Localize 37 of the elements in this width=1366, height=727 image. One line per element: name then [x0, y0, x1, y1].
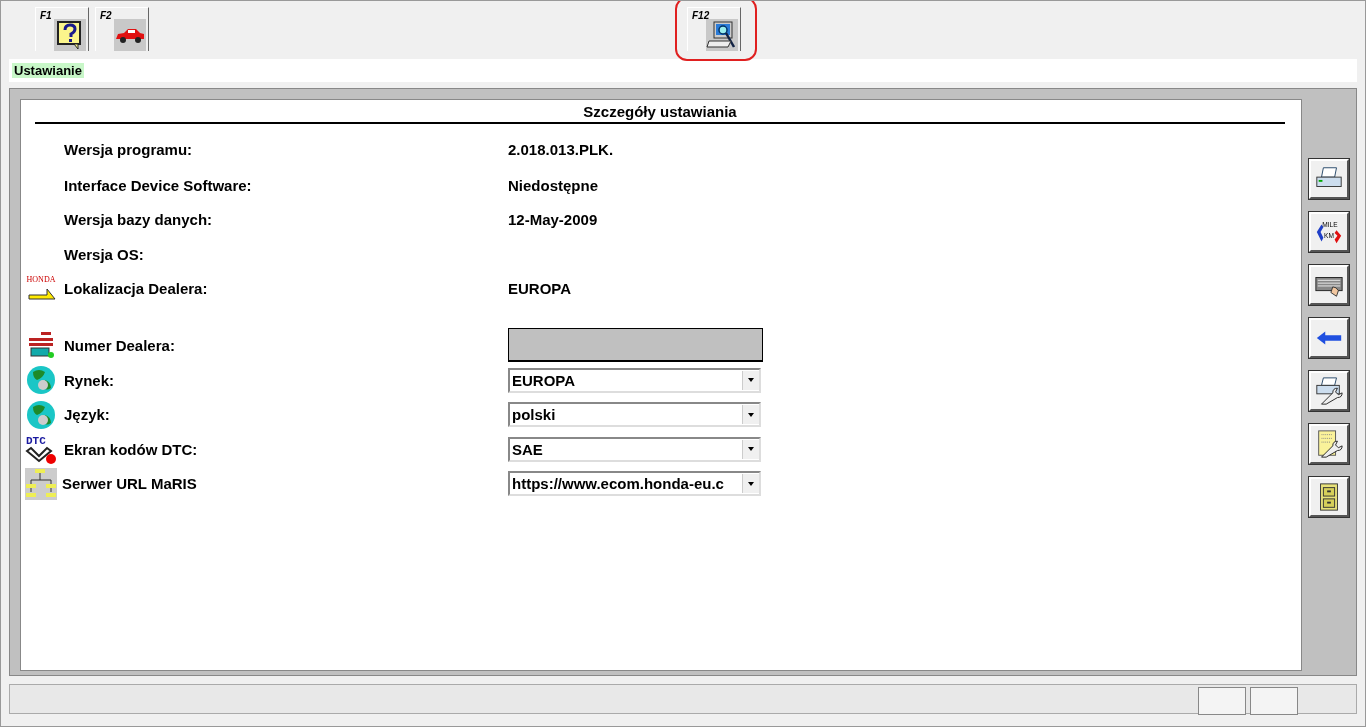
field-value: 2.018.013.PLK. [508, 140, 614, 158]
field-value: 12-May-2009 [508, 211, 598, 229]
panel-title: Szczegóły ustawiania [35, 103, 1285, 124]
field-label: Rynek: [64, 371, 116, 389]
toolbar-button[interactable] [1309, 371, 1349, 411]
field-label: Interface Device Software: [64, 176, 253, 194]
breadcrumb: Ustawianie [12, 63, 84, 78]
field-label: Serwer URL MaRIS [62, 475, 198, 493]
toolbar-button[interactable] [1309, 318, 1349, 358]
field-value: Niedostępne [508, 176, 598, 194]
field-label: Język: [64, 406, 111, 424]
computer-magnifier-icon [706, 19, 738, 51]
field-label: Wersja programu: [64, 140, 194, 158]
dropdown[interactable]: polski [508, 402, 761, 428]
function-key[interactable]: F12 [687, 7, 741, 51]
field-label: Lokalizacja Dealera: [64, 280, 209, 298]
question-mark-icon [54, 19, 86, 51]
toolbar-button[interactable] [1309, 424, 1349, 464]
dropdown[interactable]: SAE [508, 436, 761, 462]
globe-icon [25, 398, 57, 431]
globe-icon [25, 364, 57, 397]
field-value: EUROPA [508, 280, 572, 298]
dropdown[interactable]: EUROPA [508, 367, 761, 393]
field-label: Wersja OS: [64, 245, 145, 263]
toolbar-button[interactable] [1309, 159, 1349, 199]
input-field[interactable] [508, 328, 763, 362]
dropdown[interactable]: https://www.ecom.honda-eu.c [508, 471, 761, 497]
network-tree-icon [25, 467, 57, 500]
printer-wrench-icon [1314, 376, 1344, 406]
toolbar-button[interactable] [1309, 477, 1349, 517]
field-label: Ekran kodów DTC: [64, 440, 199, 458]
field-label: Numer Dealera: [64, 336, 176, 354]
car-icon [114, 19, 146, 51]
field-label: Wersja bazy danych: [64, 211, 214, 229]
function-key[interactable]: F2 [95, 7, 149, 51]
function-key[interactable]: F1 [35, 7, 89, 51]
toolbar-button[interactable] [1309, 265, 1349, 305]
